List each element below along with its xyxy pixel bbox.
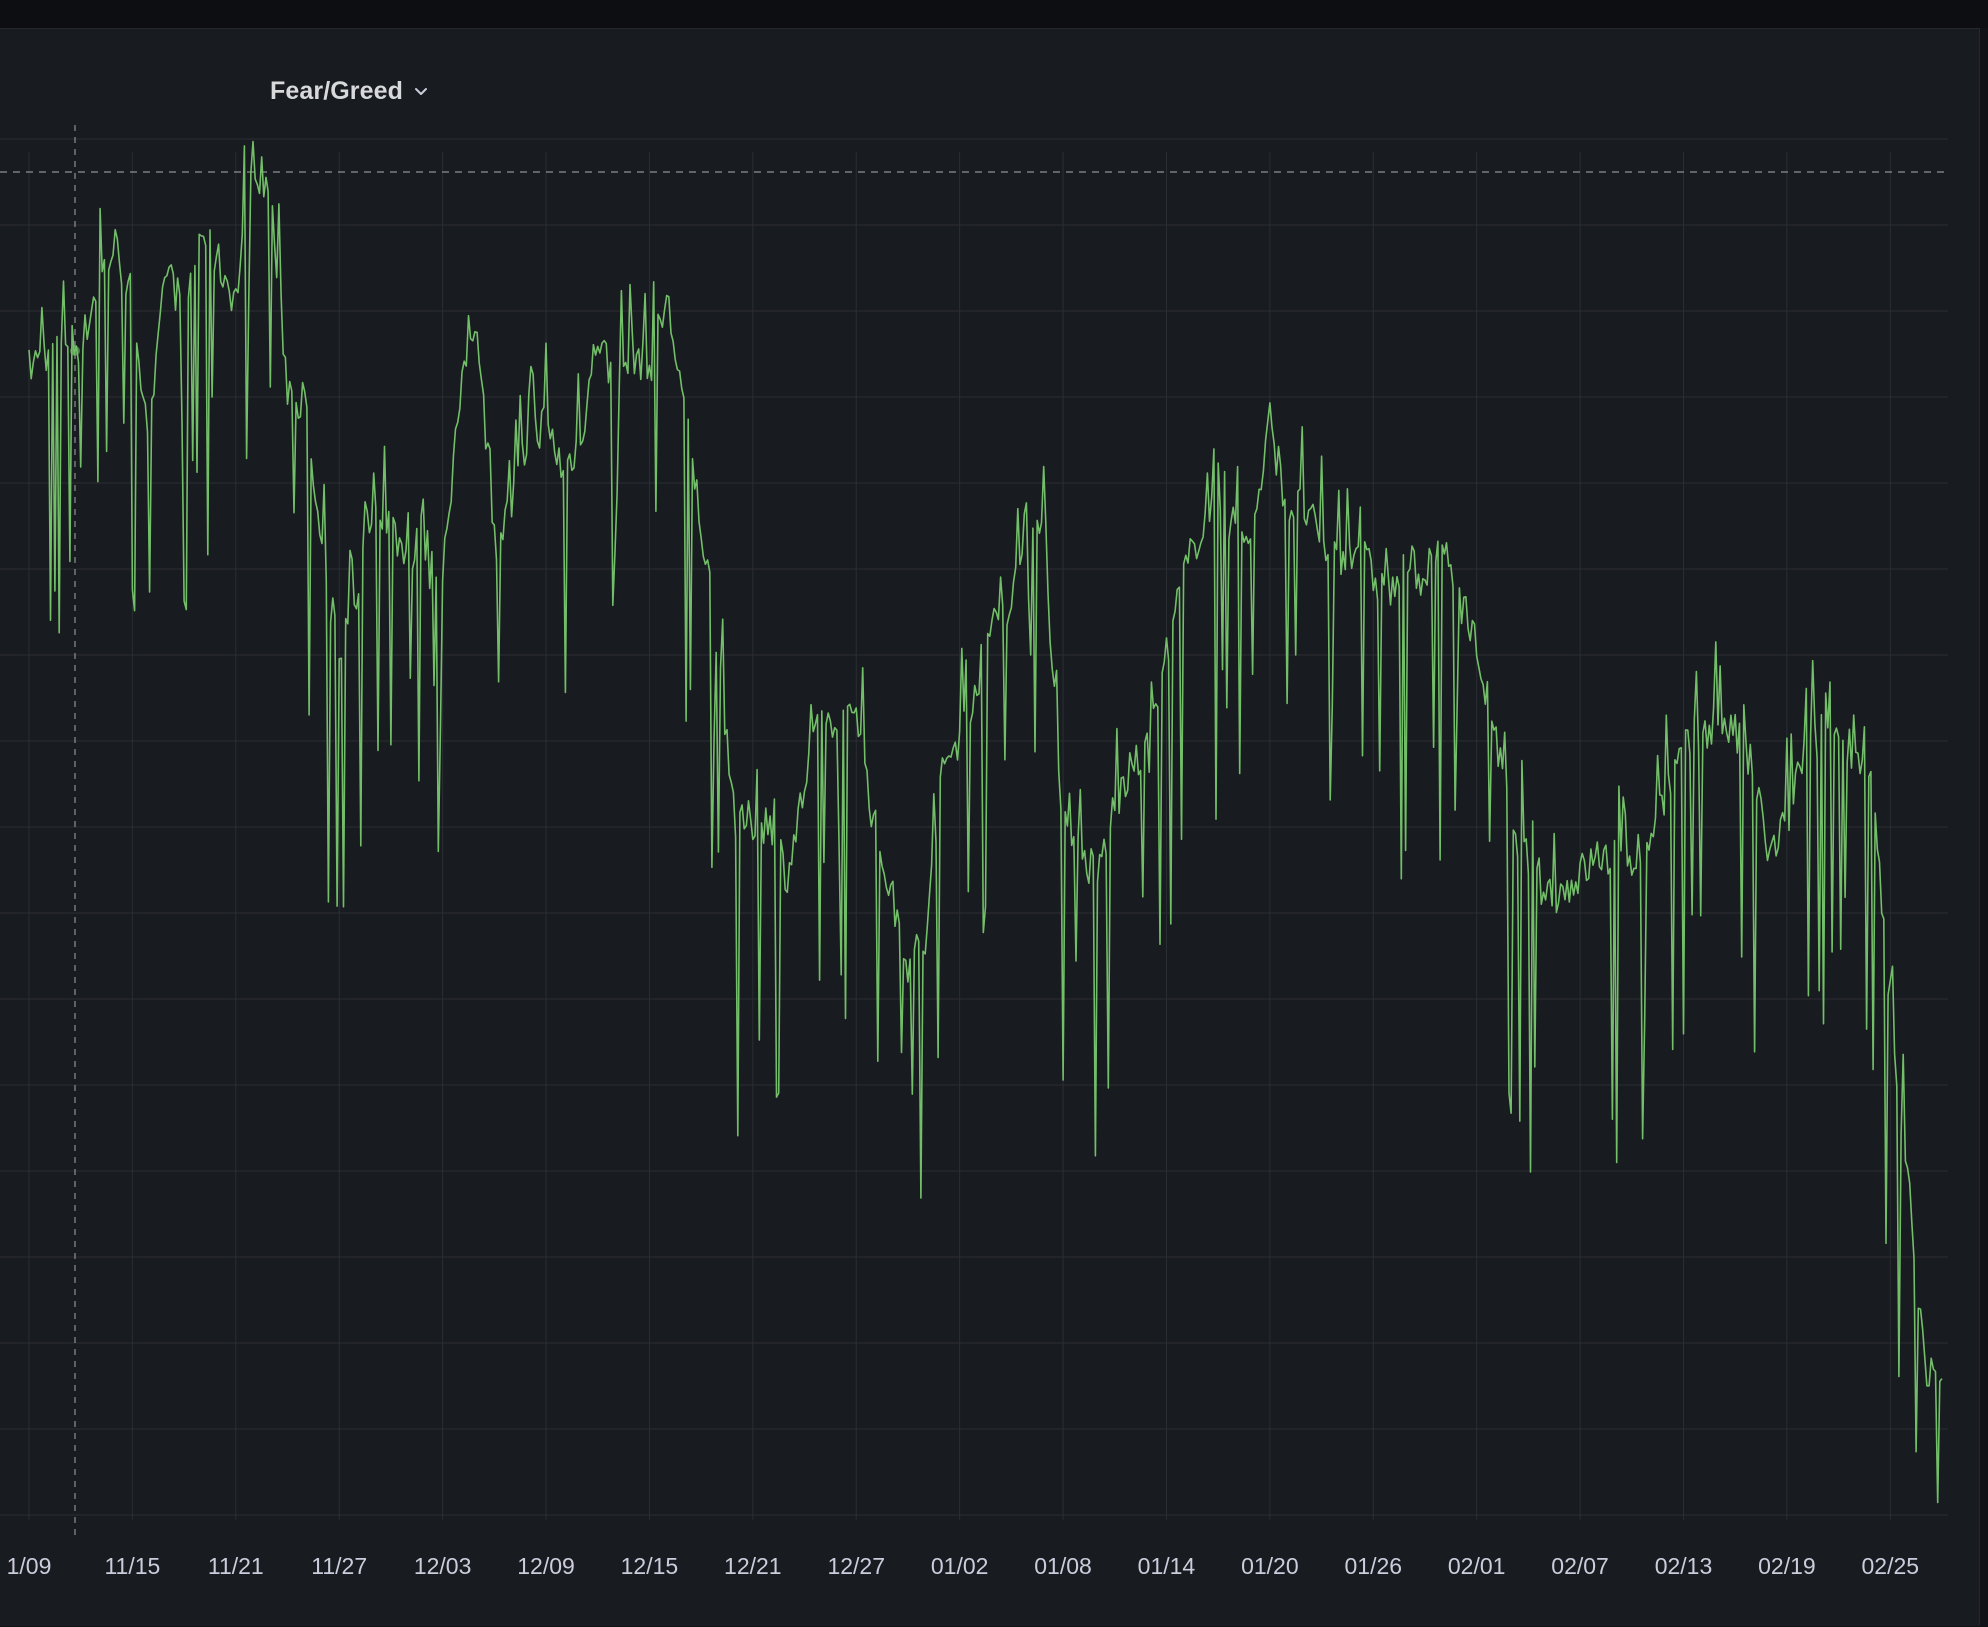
x-tick-label: 11/15 [104,1553,160,1579]
x-axis-ticks: 1/09 11/15 11/21 11/27 12/03 12/09 12/15 12/21 1… [7,1553,1919,1579]
chart-panel: Fear/Greed 1/09 11/15 11/21 11/27 12/03 12/09… [0,28,1980,1626]
x-tick-label: 01/02 [931,1553,989,1579]
x-tick-label: 01/26 [1344,1553,1402,1579]
chart-series [28,140,1943,1504]
x-tick-label: 12/03 [414,1553,472,1579]
x-tick-label: 01/14 [1138,1553,1196,1579]
x-tick-label: 12/15 [621,1553,679,1579]
hover-point [70,345,80,356]
window-top-strip [0,0,1988,28]
x-tick-label: 11/27 [311,1553,367,1579]
x-tick-label: 02/13 [1655,1553,1713,1579]
x-tick-label: 11/21 [208,1553,264,1579]
x-tick-label: 02/25 [1862,1553,1920,1579]
chart-grid [0,138,1948,1520]
x-tick-label: 12/27 [827,1553,885,1579]
x-tick-label: 12/09 [517,1553,575,1579]
series-line [28,140,1943,1504]
x-tick-label: 02/01 [1448,1553,1506,1579]
x-tick-label: 02/07 [1551,1553,1609,1579]
x-tick-label: 1/09 [7,1553,52,1579]
x-tick-label: 01/08 [1034,1553,1092,1579]
x-tick-label: 12/21 [724,1553,782,1579]
x-tick-label: 02/19 [1758,1553,1816,1579]
x-tick-label: 01/20 [1241,1553,1299,1579]
fear-greed-line-chart[interactable]: 1/09 11/15 11/21 11/27 12/03 12/09 12/15 12/21 1… [0,29,1980,1627]
